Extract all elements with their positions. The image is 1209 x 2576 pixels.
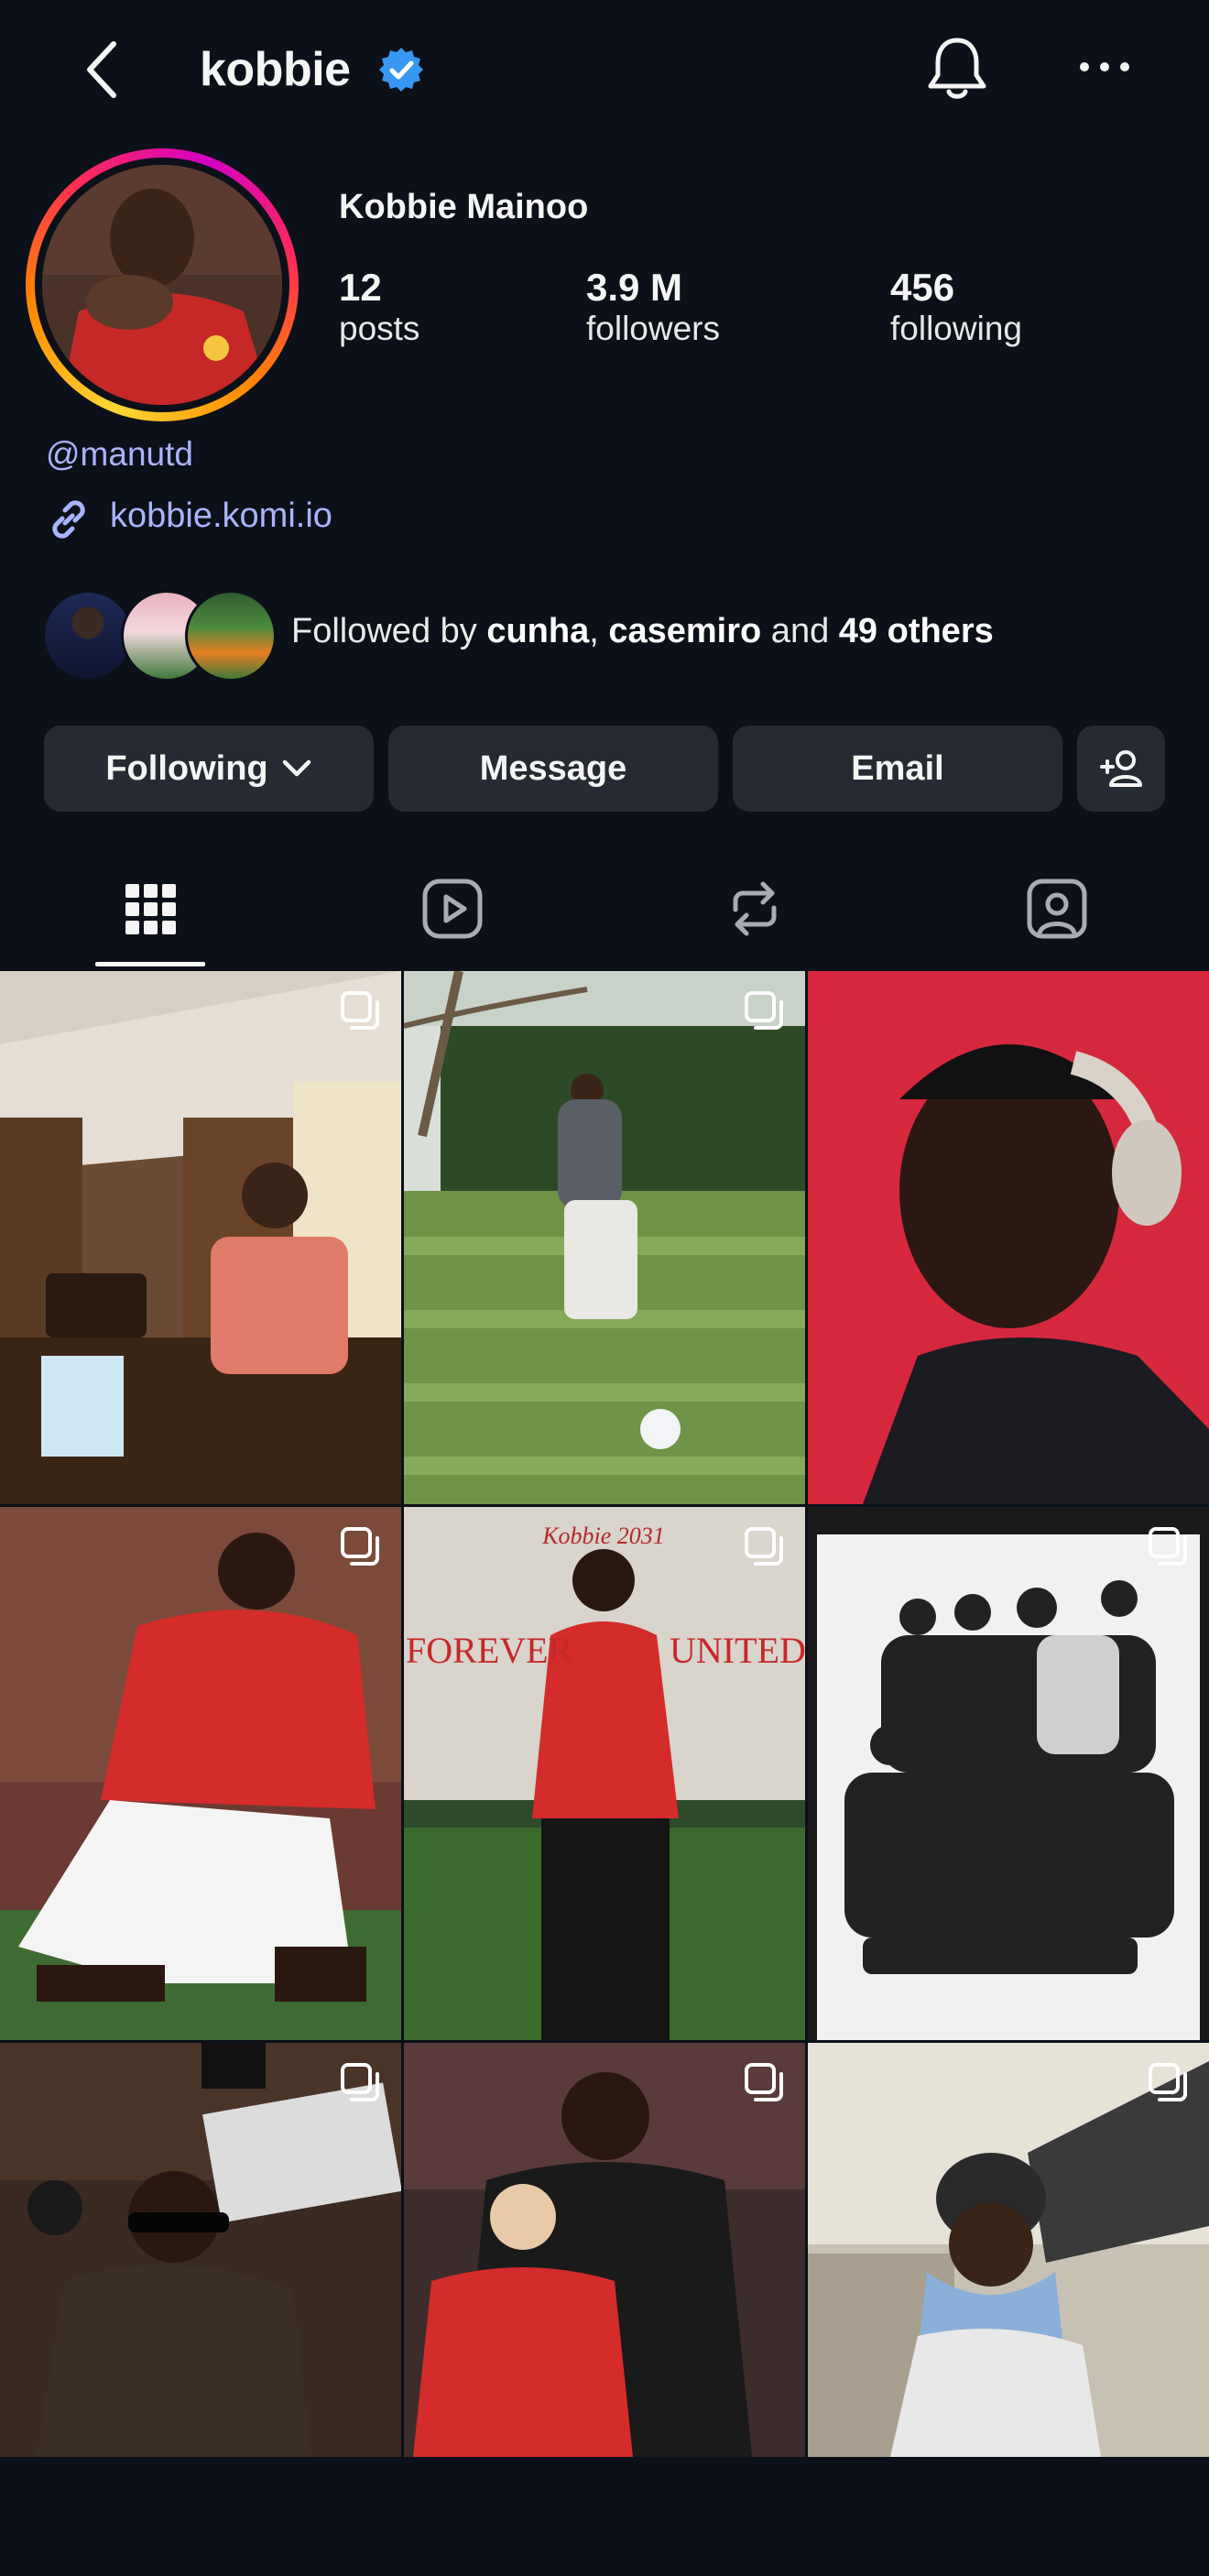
add-person-button[interactable]: [1077, 726, 1165, 812]
back-arrow-icon[interactable]: [79, 37, 134, 103]
email-button[interactable]: Email: [733, 726, 1062, 812]
post-text: Kobbie 2031: [541, 1523, 665, 1549]
multi-photo-icon: [341, 1527, 379, 1566]
following-label: following: [890, 310, 1022, 347]
grid-icon[interactable]: [118, 877, 182, 941]
profile-tabs: [0, 852, 1209, 969]
post-tile[interactable]: [0, 971, 401, 1504]
follower-name: casemiro: [608, 612, 762, 650]
multi-photo-icon: [745, 2063, 783, 2101]
following-count: 456: [890, 266, 955, 309]
mention-link[interactable]: @manutd: [46, 435, 193, 474]
post-tile[interactable]: [404, 2043, 805, 2576]
link-icon: [44, 495, 93, 544]
post-tile[interactable]: [808, 1507, 1209, 2040]
website-link[interactable]: kobbie.komi.io: [110, 497, 332, 536]
posts-stat[interactable]: 12 posts: [339, 266, 419, 348]
bell-icon[interactable]: [925, 35, 989, 103]
post-tile[interactable]: [808, 2043, 1209, 2576]
posts-label: posts: [339, 310, 420, 347]
add-person-icon: [1100, 750, 1142, 787]
multi-photo-icon: [745, 1527, 783, 1566]
post-tile[interactable]: Kobbie 2031 FOREVER UNITED: [404, 1507, 805, 2040]
multi-photo-icon: [745, 991, 783, 1030]
repost-icon[interactable]: [723, 877, 787, 941]
avatar: [185, 590, 277, 682]
post-tile[interactable]: [0, 1507, 401, 2040]
verified-badge-icon: [377, 46, 425, 93]
following-stat[interactable]: 456 following: [890, 266, 1022, 348]
active-tab-indicator: [95, 962, 205, 966]
multi-photo-icon: [1149, 1527, 1187, 1566]
post-text: UNITED: [670, 1630, 805, 1671]
tagged-icon[interactable]: [1025, 877, 1089, 941]
multi-photo-icon: [1149, 2063, 1187, 2101]
follower-name: cunha: [486, 612, 590, 650]
multi-photo-icon: [341, 2063, 379, 2101]
full-name: Kobbie Mainoo: [339, 188, 589, 226]
profile-handle: kobbie: [200, 43, 351, 96]
followers-stat[interactable]: 3.9 M followers: [586, 266, 720, 348]
avatar[interactable]: [42, 165, 282, 405]
post-tile[interactable]: [0, 2043, 401, 2576]
post-tile[interactable]: [808, 971, 1209, 1504]
followed-by-text[interactable]: Followed by cunha, casemiro and 49 other…: [291, 612, 994, 651]
following-button[interactable]: Following: [44, 726, 374, 812]
reels-icon[interactable]: [420, 877, 485, 941]
post-text: FOREVER: [406, 1630, 573, 1671]
more-dots-icon[interactable]: [1077, 53, 1132, 81]
mutual-followers-avatars[interactable]: [42, 590, 280, 682]
followers-label: followers: [586, 310, 720, 347]
multi-photo-icon: [341, 991, 379, 1030]
others-count: 49 others: [838, 612, 994, 650]
avatar: [42, 590, 134, 682]
post-tile[interactable]: [404, 971, 805, 1504]
followers-count: 3.9 M: [586, 266, 683, 309]
posts-count: 12: [339, 266, 382, 309]
chevron-down-icon: [282, 759, 310, 777]
message-button[interactable]: Message: [388, 726, 718, 812]
